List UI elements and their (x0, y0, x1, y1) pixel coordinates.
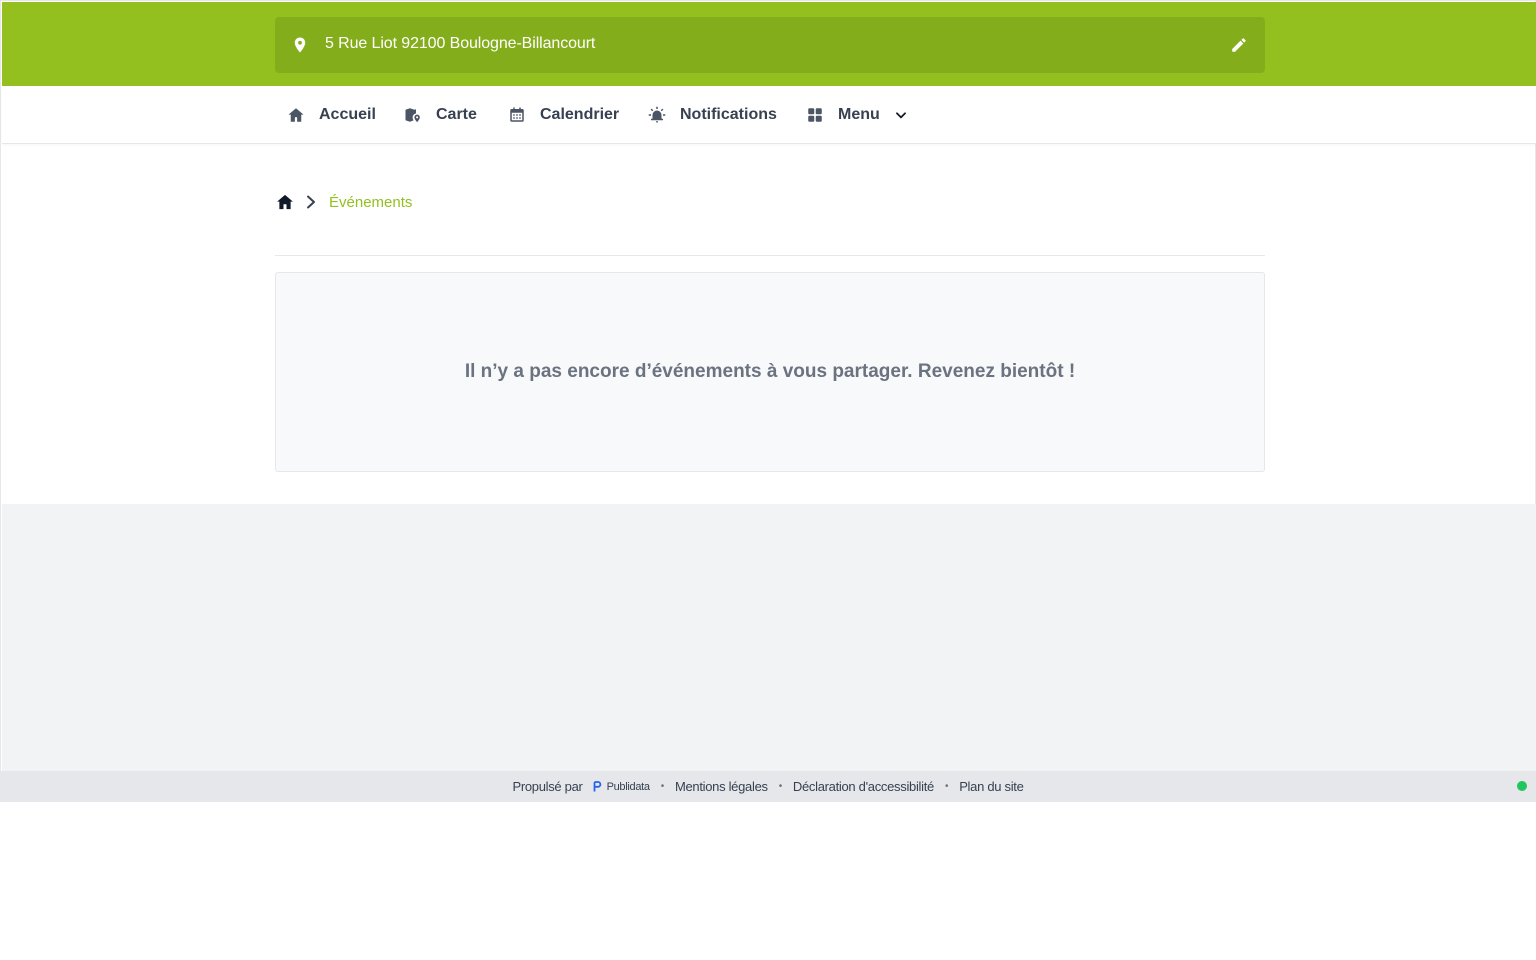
header-band: 5 Rue Liot 92100 Boulogne-Billancourt (2, 2, 1536, 86)
address-selector[interactable]: 5 Rue Liot 92100 Boulogne-Billancourt (275, 17, 1265, 73)
status-indicator (1517, 781, 1527, 791)
footer-link-mentions-legales[interactable]: Mentions légales (675, 779, 768, 794)
divider (275, 255, 1265, 256)
nav-label: Menu (838, 105, 880, 123)
footer-link-accessibilite[interactable]: Déclaration d'accessibilité (793, 779, 934, 794)
main-navigation: Accueil Carte Calendrier Notifications M… (2, 86, 1536, 144)
publidata-brand-label: Publidata (606, 780, 650, 793)
chevron-down-icon (894, 108, 908, 122)
nav-label: Notifications (680, 105, 777, 123)
footer-separator: • (778, 781, 783, 792)
nav-item-carte[interactable]: Carte (404, 86, 477, 143)
chevron-right-icon (305, 195, 317, 209)
footer-link-plan-du-site[interactable]: Plan du site (959, 779, 1024, 794)
footer-links: Propulsé par Publidata • Mentions légale… (0, 771, 1536, 802)
publidata-link[interactable]: Publidata (593, 781, 650, 793)
pencil-icon[interactable] (1230, 36, 1248, 54)
grid-icon (806, 106, 824, 124)
nav-label: Accueil (319, 105, 376, 123)
alarm-bell-icon (648, 106, 666, 124)
map-marker-icon (404, 106, 422, 124)
empty-state-message: Il n’y a pas encore d’événements à vous … (464, 361, 1076, 382)
nav-item-accueil[interactable]: Accueil (287, 86, 376, 143)
nav-label: Carte (436, 105, 477, 123)
content-background (2, 504, 1536, 772)
empty-state-panel: Il n’y a pas encore d’événements à vous … (275, 272, 1265, 472)
address-text: 5 Rue Liot 92100 Boulogne-Billancourt (325, 35, 596, 52)
nav-item-calendrier[interactable]: Calendrier (508, 86, 619, 143)
footer: Propulsé par Publidata • Mentions légale… (0, 771, 1536, 802)
home-icon[interactable] (276, 193, 294, 211)
map-pin-icon (291, 36, 309, 54)
powered-by-label: Propulsé par (512, 779, 583, 794)
nav-item-menu[interactable]: Menu (806, 86, 908, 143)
calendar-icon (508, 106, 526, 124)
home-icon (287, 106, 305, 124)
footer-separator: • (944, 781, 949, 792)
publidata-logo-icon (593, 781, 601, 792)
page-frame: 5 Rue Liot 92100 Boulogne-Billancourt Ac… (0, 0, 1536, 802)
footer-separator: • (660, 781, 665, 792)
nav-label: Calendrier (540, 105, 620, 123)
breadcrumb-current: Événements (329, 193, 413, 211)
breadcrumb: Événements (276, 191, 412, 213)
nav-item-notifications[interactable]: Notifications (648, 86, 777, 143)
